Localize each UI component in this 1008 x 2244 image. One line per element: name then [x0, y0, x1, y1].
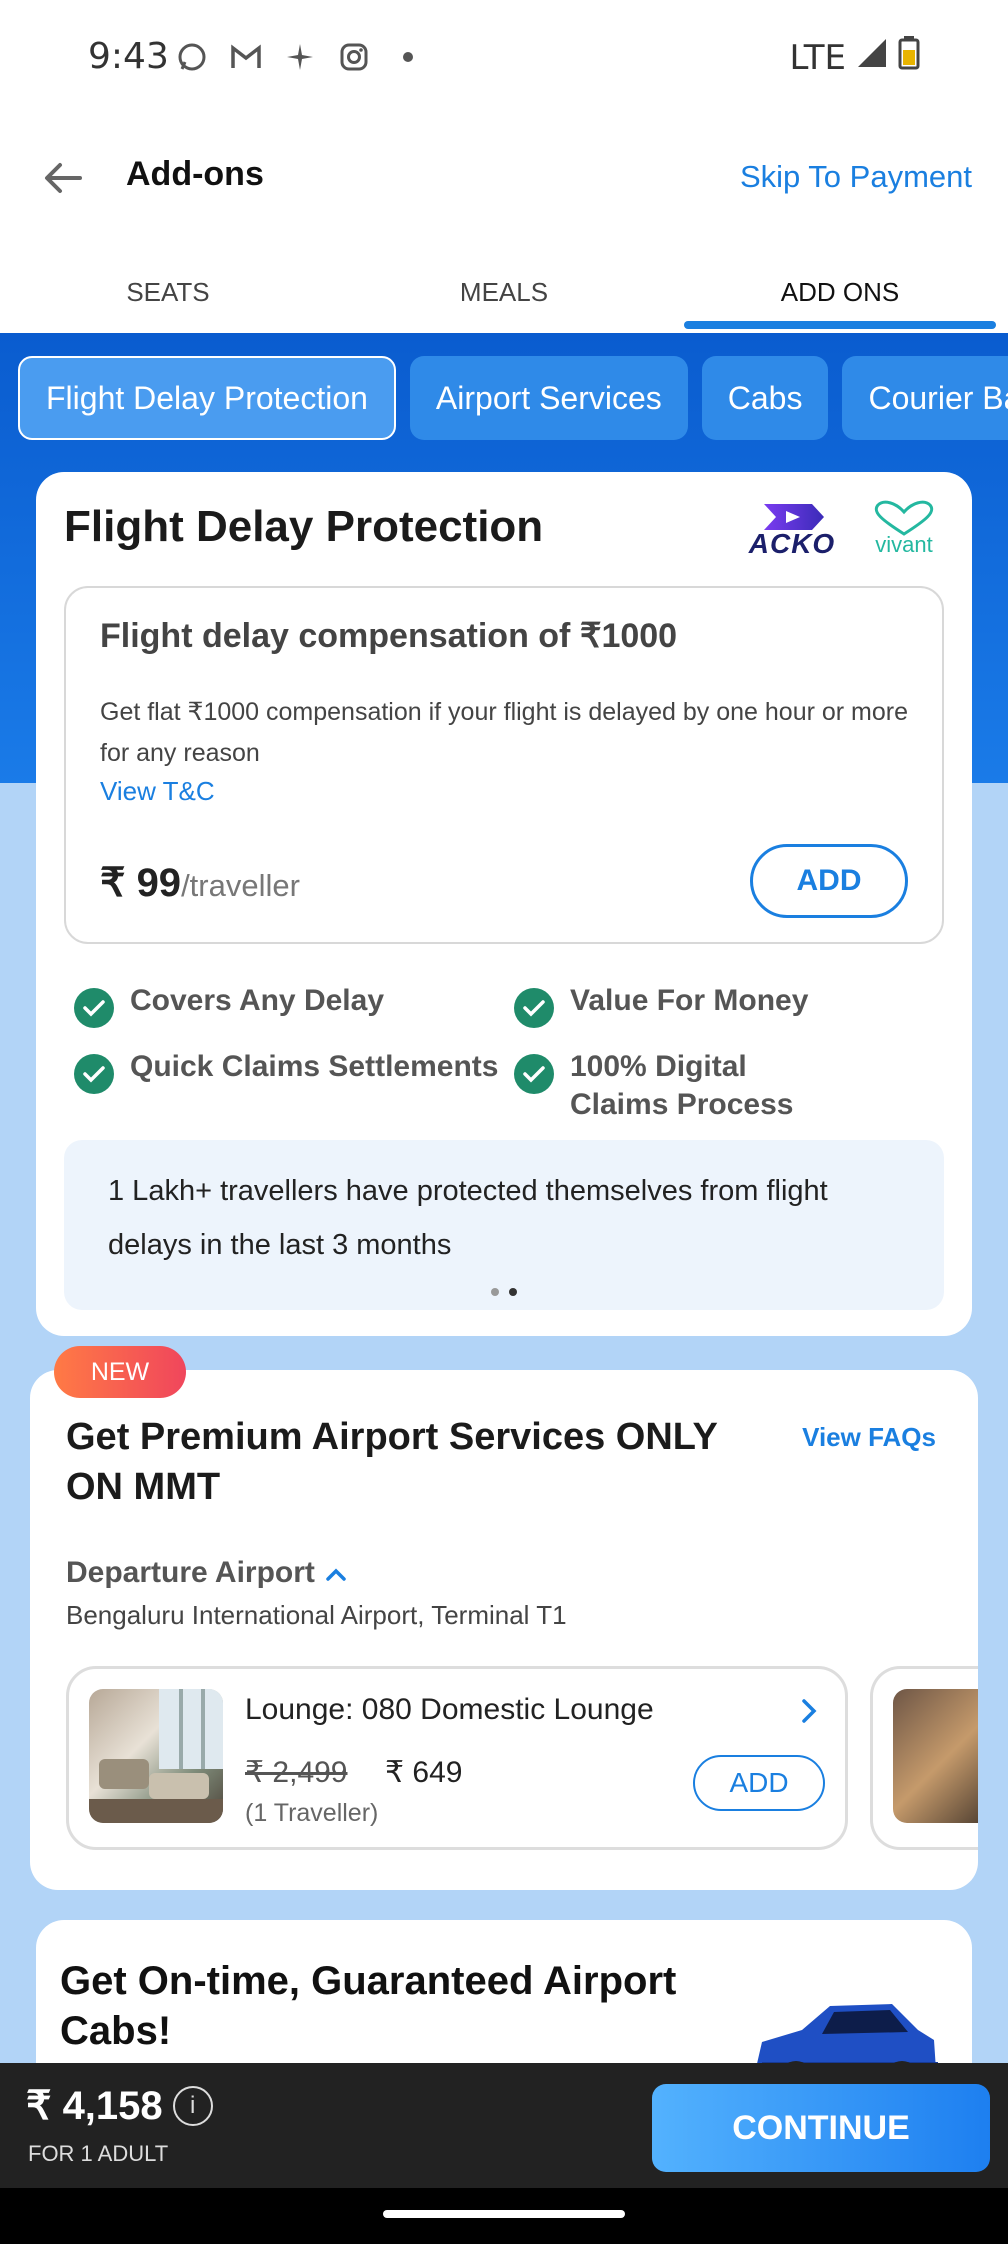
feature-label: Quick Claims Settlements [130, 1050, 499, 1083]
notification-icons [175, 40, 425, 74]
signal-icon [856, 37, 888, 78]
airport-services-card: NEW Get Premium Airport Services ONLY ON… [30, 1346, 978, 1890]
carousel-dots [64, 1288, 944, 1296]
tab-seats[interactable]: SEATS [0, 255, 336, 333]
lounge-discounted-price: ₹ 649 [385, 1756, 463, 1789]
vivant-logo-text: vivant [875, 532, 933, 557]
feature-item: Covers Any Delay [74, 982, 384, 1028]
add-lounge-button[interactable]: ADD [693, 1755, 825, 1811]
tab-add-ons[interactable]: ADD ONS [672, 255, 1008, 333]
feature-label: Covers Any Delay [130, 984, 385, 1017]
flight-delay-title: Flight Delay Protection [64, 502, 544, 551]
check-icon [514, 1054, 554, 1094]
check-icon [514, 988, 554, 1028]
total-price: ₹ 4,158 i [26, 2083, 213, 2129]
view-faqs-link[interactable]: View FAQs [802, 1422, 936, 1453]
airport-cabs-title: Get On-time, Guaranteed Airport Cabs! [60, 1959, 677, 2053]
tab-bar: SEATS MEALS ADD ONS [0, 255, 1008, 333]
instagram-icon [337, 40, 371, 74]
feature-label: Value For Money [570, 984, 809, 1017]
acko-logo-text: ACKO [748, 528, 836, 559]
total-amount: ₹ 4,158 [26, 2084, 163, 2128]
feature-item: Quick Claims Settlements [74, 1048, 498, 1094]
tab-meals[interactable]: MEALS [336, 255, 672, 333]
lounge-title: Lounge: 080 Domestic Lounge [245, 1693, 654, 1726]
category-chips: Flight Delay Protection Airport Services… [18, 356, 1008, 440]
status-right: LTE [789, 36, 920, 79]
whatsapp-icon [175, 40, 209, 74]
battery-icon [898, 36, 920, 79]
system-nav-bar [0, 2188, 1008, 2244]
page-title: Add-ons [126, 155, 264, 193]
social-proof-text: 1 Lakh+ travellers have protected themse… [108, 1175, 828, 1261]
chip-courier-baggage[interactable]: Courier Ba [842, 356, 1008, 440]
airport-services-title: Get Premium Airport Services ONLY ON MMT [66, 1416, 718, 1508]
status-bar: 9:43 LTE [0, 0, 1008, 115]
price-value: ₹ 99 [100, 861, 182, 905]
continue-button[interactable]: CONTINUE [652, 2084, 990, 2172]
partner-logos: ACKO vivant [740, 500, 946, 559]
info-icon[interactable]: i [172, 2086, 213, 2126]
next-service-card-peek[interactable] [870, 1666, 978, 1850]
gmail-icon [229, 40, 263, 74]
status-time: 9:43 [88, 36, 169, 77]
feature-item: 100% Digital Claims Process [514, 1048, 814, 1124]
network-type: LTE [789, 37, 846, 78]
sparkle-icon [283, 40, 317, 74]
chevron-right-icon[interactable] [799, 1695, 819, 1734]
departure-airport-toggle[interactable]: Departure Airport [66, 1556, 347, 1590]
feature-label: 100% Digital Claims Process [570, 1050, 794, 1121]
chevron-up-icon [325, 1556, 347, 1590]
lounge-option-card[interactable]: Lounge: 080 Domestic Lounge ₹ 2,499 ₹ 64… [66, 1666, 848, 1850]
carousel-dot-active [509, 1288, 517, 1296]
home-gesture-handle[interactable] [383, 2210, 625, 2218]
check-icon [74, 988, 114, 1028]
new-badge: NEW [54, 1346, 186, 1398]
departure-airport-label: Departure Airport [66, 1556, 315, 1589]
offer-title: Flight delay compensation of ₹1000 [100, 617, 678, 655]
offer-description: Get flat ₹1000 compensation if your flig… [100, 698, 909, 767]
back-arrow-icon[interactable] [40, 155, 86, 201]
service-image [893, 1689, 978, 1823]
feature-item: Value For Money [514, 982, 808, 1028]
carousel-dot [491, 1288, 499, 1296]
social-proof-banner: 1 Lakh+ travellers have protected themse… [64, 1140, 944, 1310]
chip-cabs[interactable]: Cabs [701, 356, 829, 440]
delay-offer-box: Flight delay compensation of ₹1000 Get f… [64, 586, 944, 944]
lounge-image [89, 1689, 223, 1823]
checkout-bar: ₹ 4,158 i FOR 1 ADULT CONTINUE [0, 2063, 1008, 2188]
skip-to-payment-link[interactable]: Skip To Payment [740, 159, 972, 195]
chip-flight-delay-protection[interactable]: Flight Delay Protection [18, 356, 396, 440]
more-notifications-dot-icon [391, 40, 425, 74]
view-tc-link[interactable]: View T&C [100, 776, 215, 807]
lounge-original-price: ₹ 2,499 [245, 1756, 348, 1789]
add-delay-protection-button[interactable]: ADD [750, 844, 908, 918]
passenger-count: FOR 1 ADULT [28, 2141, 169, 2166]
acko-logo: ACKO [740, 500, 844, 559]
check-icon [74, 1054, 114, 1094]
offer-price: ₹ 99/traveller [100, 860, 300, 906]
departure-airport-name: Bengaluru International Airport, Termina… [66, 1600, 567, 1630]
lounge-traveller-count: (1 Traveller) [245, 1799, 379, 1827]
flight-delay-card: Flight Delay Protection ACKO vivant Flig… [36, 472, 972, 1336]
top-app-bar: Add-ons Skip To Payment [0, 115, 1008, 240]
vivant-logo: vivant [862, 500, 946, 558]
chip-airport-services[interactable]: Airport Services [409, 356, 688, 440]
price-unit: /traveller [181, 868, 300, 903]
